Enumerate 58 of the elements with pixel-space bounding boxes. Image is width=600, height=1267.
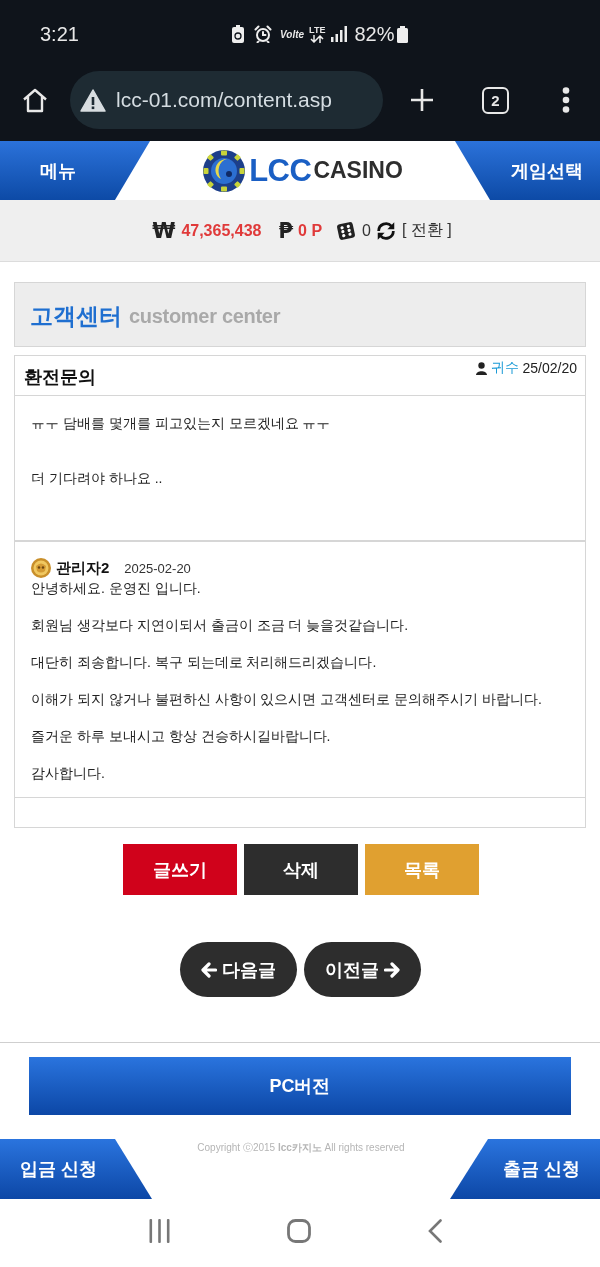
section-subtitle: customer center [129, 305, 281, 328]
write-button[interactable]: 글쓰기 [123, 844, 237, 895]
menu-button[interactable]: 메뉴 [0, 141, 115, 200]
back-icon[interactable] [427, 1219, 442, 1243]
casino-chip-icon [202, 148, 247, 193]
signal-icon [331, 26, 348, 42]
point-symbol: ₱ [278, 218, 294, 243]
warning-icon [80, 88, 106, 112]
section-title: 고객센터 [30, 302, 122, 331]
deposit-button[interactable]: 입금 신청 [0, 1139, 152, 1199]
point-amount: 0 P [298, 221, 323, 240]
logo-panel[interactable]: LCCCASINO [115, 141, 490, 200]
left-arrow-icon [200, 961, 217, 978]
pc-version-button[interactable]: PC버전 [29, 1057, 571, 1115]
logo-suffix: CASINO [313, 157, 403, 184]
delete-button[interactable]: 삭제 [244, 844, 358, 895]
dice-icon [336, 220, 357, 241]
more-icon[interactable] [562, 87, 570, 113]
address-bar[interactable]: lcc-01.com/content.asp [70, 71, 383, 129]
exchange-link[interactable]: [ 전환 ] [402, 220, 452, 241]
reply-author: 관리자2 [56, 558, 110, 578]
post-title: 환전문의 [24, 365, 96, 389]
previous-post-button[interactable]: 이전글 [303, 942, 421, 997]
user-icon [475, 361, 487, 375]
refresh-icon[interactable] [375, 219, 397, 242]
logo-brand: LCC [249, 152, 312, 189]
tabs-button[interactable]: 2 [482, 86, 509, 114]
reply-text: 감사합니다. [31, 764, 106, 783]
network-type: LTE [309, 25, 326, 35]
reply-text: 이해가 되지 않거나 불편하신 사항이 있으시면 고객센터로 문의해주시기 바랍니다. [31, 690, 543, 709]
reply-text: 회원님 생각보다 지연이되서 출금이 조금 더 늦을것같습니다. [31, 616, 410, 635]
emblem-icon [31, 558, 51, 578]
post-date: 25/02/20 [522, 360, 577, 376]
right-arrow-icon [383, 961, 400, 978]
chip-count: 0 [362, 221, 371, 240]
author-name: 귀수 [490, 359, 519, 377]
won-symbol: ₩ [152, 218, 176, 243]
withdraw-button[interactable]: 출금 신청 [450, 1139, 600, 1199]
clock-time: 3:21 [40, 22, 80, 46]
reply-date: 2025-02-20 [124, 560, 191, 576]
copyright-text: Copyright ⓒ2015 lcc카지노 All rights reserved [197, 1141, 405, 1155]
plus-icon[interactable] [410, 88, 434, 112]
battery-icon [397, 25, 409, 43]
post-text: 더 기다려야 하나요 .. [31, 469, 164, 488]
reply-text: 대단히 죄송합니다. 복구 되는데로 처리해드리겠습니다. [31, 653, 378, 672]
reply-text: 안녕하세요. 운영진 입니다. [31, 579, 202, 598]
recents-icon[interactable] [148, 1219, 170, 1243]
post-text: ㅠㅜ 담배를 몇개를 피고있는지 모르겠네요 ㅠㅜ [31, 414, 332, 433]
battery-saver-icon [232, 25, 244, 43]
reply-text: 즐거운 하루 보내시고 항상 건승하시길바랍니다. [31, 727, 332, 746]
volte-indicator: Volte [280, 28, 305, 40]
data-arrows-icon [310, 34, 325, 43]
money-amount: 47,365,438 [181, 221, 262, 240]
game-select-button[interactable]: 게임선택 [490, 141, 600, 200]
alarm-icon [254, 25, 272, 43]
url-text: lcc-01.com/content.asp [116, 88, 332, 112]
next-post-button[interactable]: 다음글 [179, 942, 297, 997]
battery-percent: 82% [354, 22, 395, 46]
